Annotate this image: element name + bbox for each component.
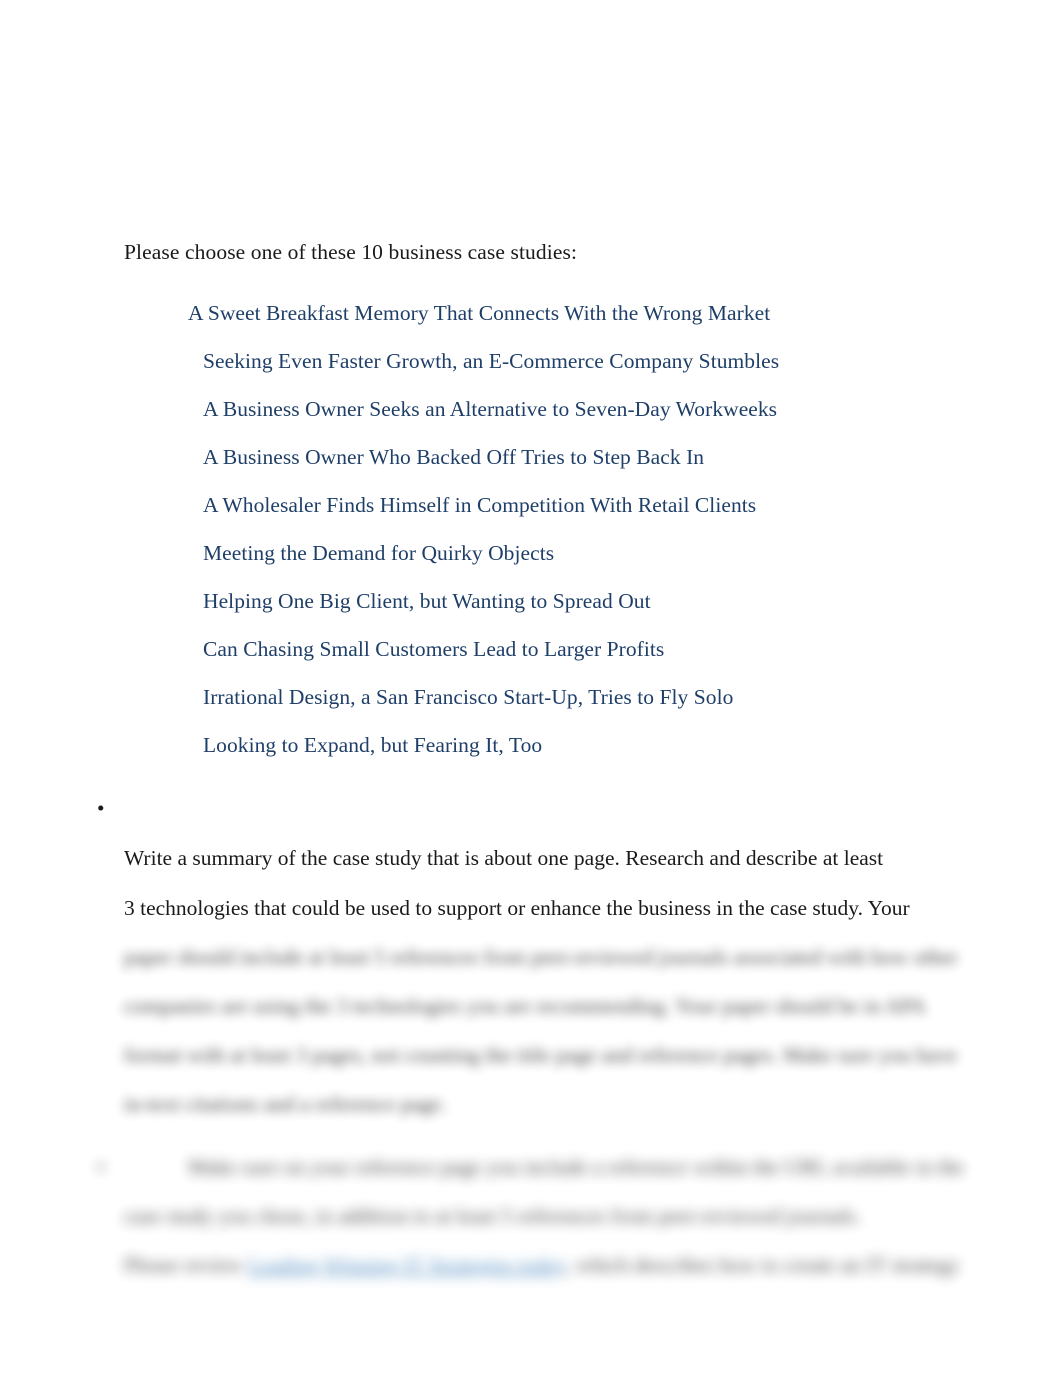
case-study-link-10[interactable]: Looking to Expand, but Fearing It, Too	[203, 733, 542, 757]
list-item: Seeking Even Faster Growth, an E-Commerc…	[124, 337, 944, 385]
case-study-link-1[interactable]: A Sweet Breakfast Memory That Connects W…	[188, 301, 770, 325]
list-item: A Sweet Breakfast Memory That Connects W…	[124, 289, 944, 337]
assignment-bullet-1: • Write a summary of the case study that…	[97, 783, 958, 1129]
blurred-line-with-link: Please review Leading Winning IT Strateg…	[124, 1241, 959, 1290]
bullet-second-line: 3 technologies that could be used to sup…	[124, 883, 944, 933]
case-study-link-9[interactable]: Irrational Design, a San Francisco Start…	[203, 685, 733, 709]
case-study-link-list: A Sweet Breakfast Memory That Connects W…	[124, 289, 944, 769]
list-item: Looking to Expand, but Fearing It, Too	[124, 721, 944, 769]
list-item: Can Chasing Small Customers Lead to Larg…	[124, 625, 944, 673]
document-body: Please choose one of these 10 business c…	[97, 215, 964, 1290]
blurred-line: case study you chose, in addition to at …	[124, 1204, 861, 1228]
case-study-link-3[interactable]: A Business Owner Seeks an Alternative to…	[203, 397, 777, 421]
list-item: Irrational Design, a San Francisco Start…	[124, 673, 944, 721]
case-study-link-5[interactable]: A Wholesaler Finds Himself in Competitio…	[203, 493, 756, 517]
list-item: Helping One Big Client, but Wanting to S…	[124, 577, 944, 625]
case-study-link-7[interactable]: Helping One Big Client, but Wanting to S…	[203, 589, 651, 613]
blurred-line: Make sure on your reference page you inc…	[188, 1155, 964, 1179]
blurred-text-block-1: paper should include at least 5 referenc…	[124, 933, 958, 1129]
list-item: A Business Owner Who Backed Off Tries to…	[124, 433, 944, 481]
blurred-line: format with at least 3 pages, not counti…	[124, 1043, 957, 1067]
blurred-bullet-first-line: • Make sure on your reference page you i…	[97, 1143, 964, 1192]
document-page: Please choose one of these 10 business c…	[0, 0, 1062, 1377]
bullet-marker-icon: •	[97, 1155, 105, 1179]
intro-paragraph: Please choose one of these 10 business c…	[124, 239, 578, 264]
blurred-link-suffix: , which describes how to create an IT st…	[565, 1253, 960, 1277]
list-item: Meeting the Demand for Quirky Objects	[124, 529, 944, 577]
case-study-link-8[interactable]: Can Chasing Small Customers Lead to Larg…	[203, 637, 664, 661]
blurred-line: in-text citations and a reference page.	[124, 1092, 447, 1116]
bullet-first-line: • Write a summary of the case study that…	[97, 783, 944, 883]
assignment-bullet-2: • Make sure on your reference page you i…	[97, 1143, 964, 1290]
case-study-link-2[interactable]: Seeking Even Faster Growth, an E-Commerc…	[203, 349, 779, 373]
bullet-1-line-2: 3 technologies that could be used to sup…	[124, 896, 910, 920]
bullet-1-line-1: Write a summary of the case study that i…	[124, 846, 884, 870]
list-item: A Wholesaler Finds Himself in Competitio…	[124, 481, 944, 529]
blurred-link-prefix: Please review	[124, 1253, 249, 1277]
leading-winning-it-strategies-link[interactable]: Leading Winning IT Strategies today	[248, 1253, 565, 1277]
blurred-line: paper should include at least 5 referenc…	[124, 945, 958, 969]
case-study-link-4[interactable]: A Business Owner Who Backed Off Tries to…	[203, 445, 704, 469]
bullet-marker-icon: •	[97, 796, 105, 820]
list-item: A Business Owner Seeks an Alternative to…	[124, 385, 944, 433]
case-study-link-6[interactable]: Meeting the Demand for Quirky Objects	[203, 541, 554, 565]
blurred-line: companies are using the 3 technologies y…	[124, 994, 926, 1018]
